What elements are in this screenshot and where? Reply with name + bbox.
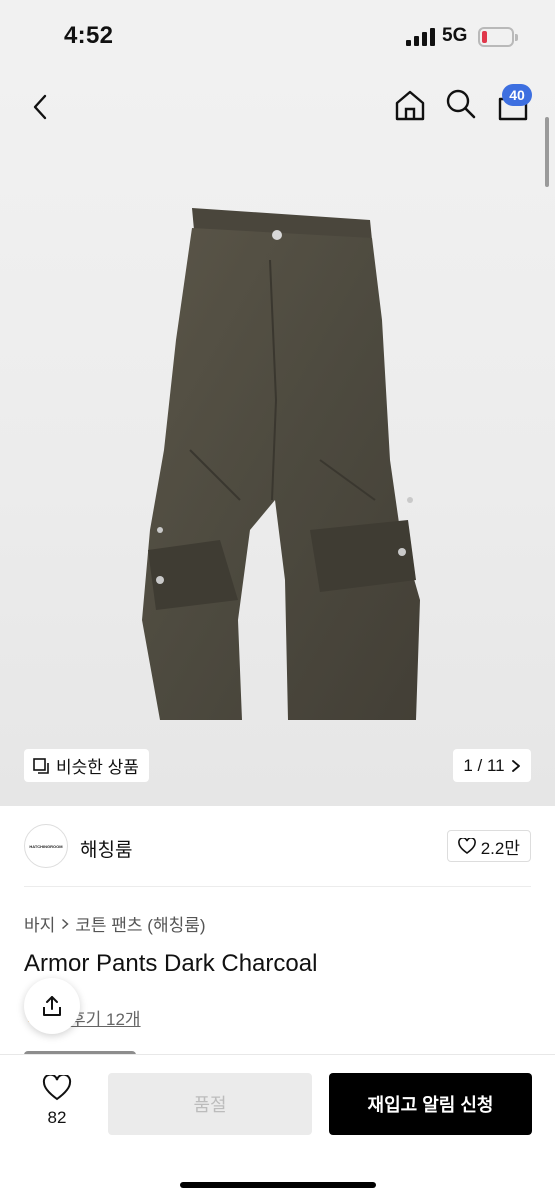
breadcrumb: 바지 코튼 팬츠 (해칭룸) bbox=[24, 911, 206, 936]
search-icon bbox=[446, 89, 476, 119]
image-counter-button[interactable]: 1 / 11 bbox=[453, 749, 531, 782]
chevron-right-icon bbox=[62, 918, 69, 929]
heart-icon bbox=[42, 1073, 72, 1101]
home-icon bbox=[395, 90, 425, 121]
back-button[interactable] bbox=[26, 92, 56, 122]
wishlist-button[interactable]: 82 bbox=[36, 1073, 78, 1128]
product-photo bbox=[142, 208, 420, 720]
scrollbar[interactable] bbox=[545, 117, 549, 187]
similar-products-label: 비슷한 상품 bbox=[56, 758, 139, 777]
home-indicator bbox=[180, 1182, 376, 1188]
share-icon bbox=[43, 996, 61, 1016]
seller-logo[interactable]: HATCHINGROOM bbox=[24, 824, 68, 868]
seller-row[interactable]: HATCHINGROOM 해칭룸 2.2만 bbox=[0, 806, 555, 886]
seller-like-button[interactable]: 2.2만 bbox=[446, 830, 531, 862]
home-button[interactable] bbox=[393, 88, 427, 122]
chevron-left-icon bbox=[33, 94, 47, 120]
seller-logo-text: HATCHINGROOM bbox=[29, 843, 63, 849]
status-time: 4:52 bbox=[64, 22, 114, 49]
similar-products-button[interactable]: 비슷한 상품 bbox=[24, 749, 149, 782]
breadcrumb-item[interactable]: 코튼 팬츠 (해칭룸) bbox=[75, 911, 205, 936]
copy-icon bbox=[33, 757, 49, 774]
chevron-right-icon bbox=[511, 759, 520, 772]
seller-like-count: 2.2만 bbox=[480, 838, 520, 858]
seller-name[interactable]: 해칭룸 bbox=[80, 835, 132, 862]
restock-alert-button[interactable]: 재입고 알림 신청 bbox=[329, 1073, 532, 1135]
wishlist-count: 82 bbox=[47, 1108, 67, 1127]
product-image-gallery[interactable]: 40 비슷한 상품 1 / 11 bbox=[0, 72, 555, 806]
share-button[interactable] bbox=[24, 978, 80, 1034]
reviews-link[interactable]: 후기 12개 bbox=[70, 1005, 141, 1030]
battery-icon bbox=[478, 27, 518, 47]
network-label: 5G bbox=[442, 25, 468, 46]
divider bbox=[24, 886, 531, 887]
image-counter: 1 / 11 bbox=[463, 755, 505, 775]
sold-out-button: 품절 bbox=[108, 1073, 312, 1135]
search-button[interactable] bbox=[445, 88, 477, 120]
cart-count-badge: 40 bbox=[502, 84, 532, 106]
bottom-action-bar: 82 품절 재입고 알림 신청 bbox=[0, 1054, 555, 1200]
status-bar: 4:52 5G bbox=[0, 0, 555, 72]
heart-icon bbox=[457, 838, 476, 854]
product-title: Armor Pants Dark Charcoal bbox=[24, 950, 318, 977]
signal-icon bbox=[406, 28, 436, 46]
breadcrumb-item[interactable]: 바지 bbox=[24, 911, 55, 936]
